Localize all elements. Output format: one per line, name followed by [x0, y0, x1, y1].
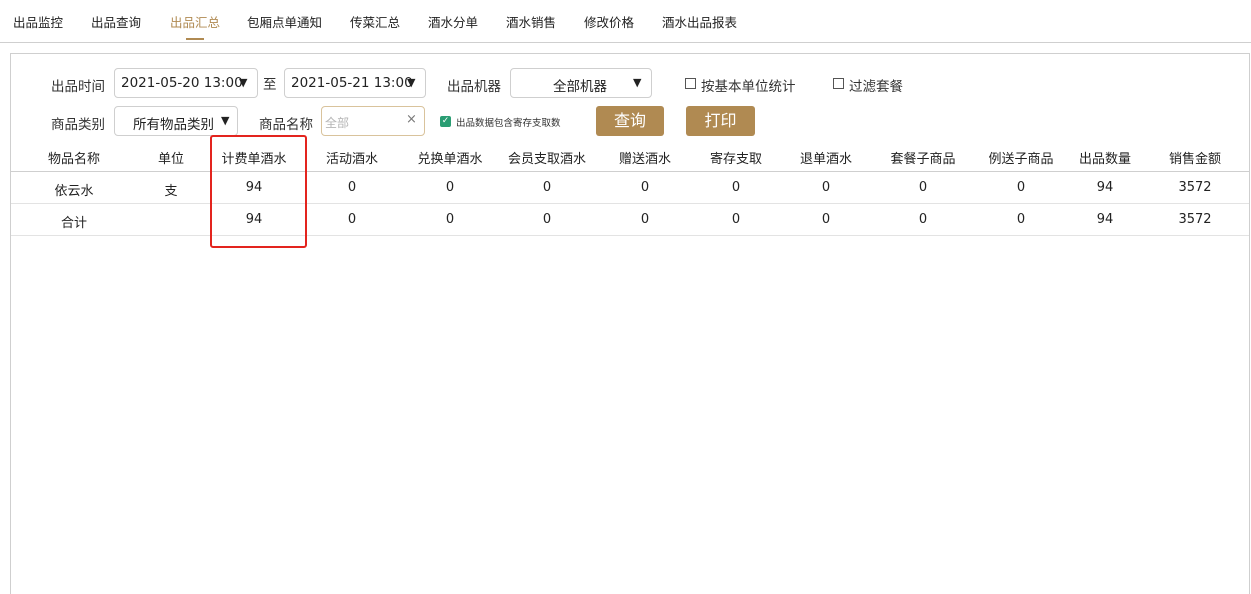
filter-set-checkbox[interactable] [833, 78, 844, 89]
output-time-label: 出品时间 [51, 79, 105, 95]
col-return-drinks: 退单酒水 [799, 152, 853, 167]
machine-value: 全部机器 [553, 79, 607, 95]
tab-drink-output-report[interactable]: 酒水出品报表 [662, 12, 737, 31]
cell-exchange-drinks: 0 [445, 180, 455, 195]
tab-drink-split[interactable]: 酒水分单 [428, 12, 478, 31]
cell-gift-drinks: 0 [640, 180, 650, 195]
tab-room-order-notice[interactable]: 包厢点单通知 [247, 12, 322, 31]
product-name-label: 商品名称 [259, 117, 313, 133]
tab-output-query[interactable]: 出品查询 [91, 12, 141, 31]
product-name-input[interactable]: 全部 × [321, 106, 425, 136]
cell-sales-amount: 3572 [1178, 180, 1212, 195]
cell-member-withdraw-drinks: 0 [542, 212, 552, 227]
col-exchange-drinks: 兑换单酒水 [417, 152, 483, 167]
cell-billed-drinks: 94 [245, 212, 263, 227]
cell-return-drinks: 0 [821, 180, 831, 195]
category-value: 所有物品类别 [133, 117, 214, 133]
tab-output-monitor[interactable]: 出品监控 [13, 12, 63, 31]
start-time-select[interactable]: 2021-05-20 13:00 ▼ [114, 68, 258, 98]
cell-free-sub-items: 0 [1016, 180, 1026, 195]
caret-down-icon: ▼ [633, 76, 642, 89]
col-set-sub-items: 套餐子商品 [890, 152, 956, 167]
base-unit-checkbox[interactable] [685, 78, 696, 89]
col-sales-amount: 销售金额 [1168, 152, 1222, 167]
include-storage-checkbox[interactable]: ✓ [440, 116, 451, 127]
category-select[interactable]: 所有物品类别 ▼ [114, 106, 238, 136]
active-tab-indicator [186, 38, 204, 40]
col-unit: 单位 [157, 152, 185, 167]
col-item-name: 物品名称 [47, 152, 101, 167]
category-label: 商品类别 [51, 117, 105, 133]
caret-down-icon: ▼ [239, 76, 248, 89]
cell-free-sub-items: 0 [1016, 212, 1026, 227]
product-name-placeholder: 全部 [325, 116, 350, 130]
cell-sales-amount: 3572 [1178, 212, 1212, 227]
to-label: 至 [263, 77, 277, 93]
end-time-select[interactable]: 2021-05-21 13:00 ▼ [284, 68, 426, 98]
include-storage-label: 出品数据包含寄存支取数 [456, 118, 561, 129]
start-time-value: 2021-05-20 13:00 [121, 75, 243, 91]
col-free-sub-items: 例送子商品 [988, 152, 1054, 167]
cell-activity-drinks: 0 [347, 212, 357, 227]
tab-modify-price[interactable]: 修改价格 [584, 12, 634, 31]
table-header: 物品名称 单位 计费单酒水 活动酒水 兑换单酒水 会员支取酒水 赠送酒水 寄存支… [11, 141, 1249, 172]
caret-down-icon: ▼ [221, 114, 230, 127]
col-storage-withdraw: 寄存支取 [709, 152, 763, 167]
end-time-value: 2021-05-21 13:00 [291, 75, 413, 91]
cell-set-sub-items: 0 [918, 180, 928, 195]
col-billed-drinks: 计费单酒水 [221, 152, 287, 167]
tab-serving-summary[interactable]: 传菜汇总 [350, 12, 400, 31]
caret-down-icon: ▼ [407, 76, 416, 89]
query-button[interactable]: 查询 [596, 106, 664, 136]
cell-exchange-drinks: 0 [445, 212, 455, 227]
clear-icon[interactable]: × [406, 112, 417, 127]
cell-storage-withdraw: 0 [731, 180, 741, 195]
col-gift-drinks: 赠送酒水 [618, 152, 672, 167]
cell-return-drinks: 0 [821, 212, 831, 227]
machine-select[interactable]: 全部机器 ▼ [510, 68, 652, 98]
col-output-qty: 出品数量 [1078, 152, 1132, 167]
table-row[interactable]: 依云水 支 94 0 0 0 0 0 0 0 0 94 3572 [11, 172, 1249, 204]
tab-drink-sales[interactable]: 酒水销售 [506, 12, 556, 31]
cell-output-qty: 94 [1096, 212, 1114, 227]
output-machine-label: 出品机器 [447, 79, 501, 95]
cell-member-withdraw-drinks: 0 [542, 180, 552, 195]
col-activity-drinks: 活动酒水 [325, 152, 379, 167]
cell-billed-drinks: 94 [245, 180, 263, 195]
summary-panel: 出品时间 2021-05-20 13:00 ▼ 至 2021-05-21 13:… [10, 53, 1250, 594]
cell-unit: 支 [164, 184, 178, 199]
top-tab-bar: 出品监控 出品查询 出品汇总 包厢点单通知 传菜汇总 酒水分单 酒水销售 修改价… [0, 0, 1251, 43]
cell-storage-withdraw: 0 [731, 212, 741, 227]
cell-item-name: 依云水 [54, 184, 94, 199]
table-total-row[interactable]: 合计 94 0 0 0 0 0 0 0 0 94 3572 [11, 204, 1249, 236]
col-member-withdraw-drinks: 会员支取酒水 [507, 152, 587, 167]
print-button[interactable]: 打印 [686, 106, 755, 136]
tab-output-summary[interactable]: 出品汇总 [170, 12, 220, 31]
cell-gift-drinks: 0 [640, 212, 650, 227]
cell-item-name: 合计 [60, 216, 88, 231]
filter-set-label: 过滤套餐 [849, 79, 903, 95]
base-unit-label: 按基本单位统计 [701, 79, 796, 95]
cell-output-qty: 94 [1096, 180, 1114, 195]
cell-activity-drinks: 0 [347, 180, 357, 195]
cell-set-sub-items: 0 [918, 212, 928, 227]
